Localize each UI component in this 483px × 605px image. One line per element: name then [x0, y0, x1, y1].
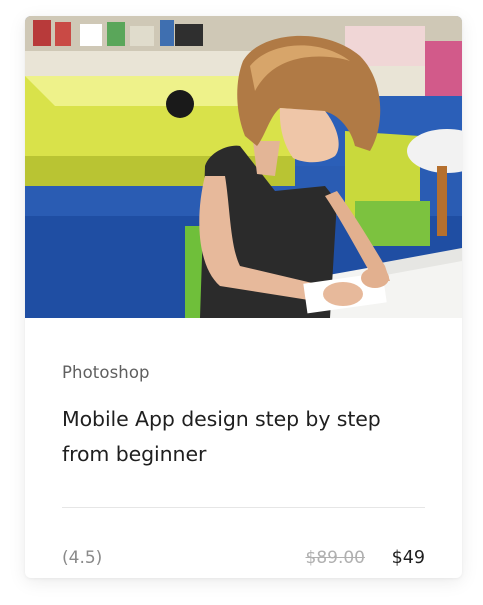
- course-price: $49: [391, 548, 425, 568]
- course-old-price: $89.00: [305, 548, 365, 568]
- card-divider: [62, 507, 425, 508]
- course-title[interactable]: Mobile App design step by step from begi…: [62, 402, 425, 472]
- course-category-link[interactable]: Photoshop: [62, 363, 150, 382]
- course-rating: (4.5): [62, 548, 103, 568]
- course-card-body: Photoshop Mobile App design step by step…: [62, 318, 425, 578]
- course-thumbnail[interactable]: [25, 16, 462, 318]
- course-card[interactable]: Photoshop Mobile App design step by step…: [25, 16, 462, 578]
- course-thumbnail-image: [25, 16, 462, 318]
